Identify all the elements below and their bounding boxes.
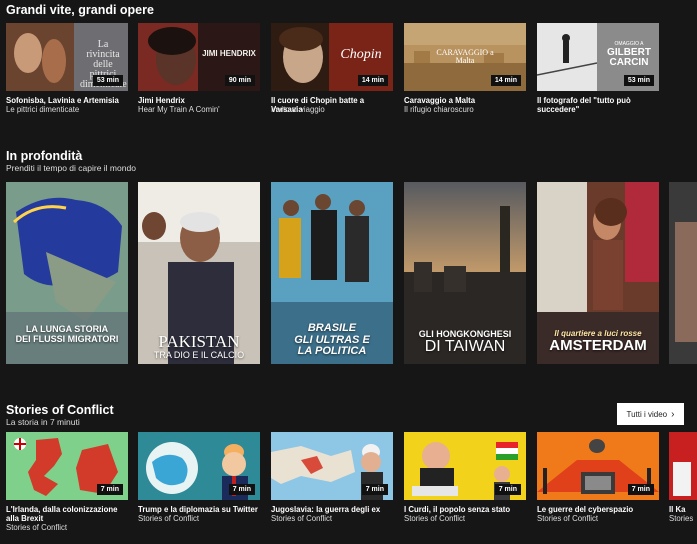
duration-badge: 53 min [92,75,123,86]
video-title: Jugoslavia: la guerra degli ex [271,505,381,514]
poster-title-line: DEI FLUSSI MIGRATORI [15,333,119,344]
video-subtitle: Stories of Conflict [271,514,333,523]
section-title-biographies: Grandi vite, grandi opere [6,3,154,17]
video-thumbnail: Chopin 14 min [271,23,393,91]
video-subtitle: Stories of Conflict [6,523,68,532]
section-title-conflict: Stories of Conflict [6,403,114,417]
poster-title-line: DI TAIWAN [424,338,506,356]
section-title-deep: In profondità [6,149,83,163]
poster-title: BRASILE GLI ULTRAS E LA POLITICA [271,323,393,358]
duration-badge: 14 min [490,75,521,86]
duration-badge: 53 min [623,75,654,86]
video-thumbnail: JIMI HENDRIX 90 min [138,23,260,91]
video-thumbnail: 7 min [404,432,526,500]
poster-card[interactable]: BRASILE GLI ULTRAS E LA POLITICA [271,182,393,364]
poster-title-line: AMSTERDAM [549,337,647,355]
video-thumbnail: 7 min [138,432,260,500]
video-thumbnail: La rivincita delle pittrici dimenticate … [6,23,128,91]
video-thumbnail [669,432,697,500]
video-card[interactable]: CARAVAGGIO a Malta 14 min Caravaggio a M… [404,23,526,119]
video-subtitle: Stories [669,514,694,523]
video-subtitle: Hear My Train A Comin' [138,105,220,114]
video-card[interactable]: Il Ka Stories [669,432,697,538]
video-subtitle: Invito al viaggio [271,105,325,114]
video-card[interactable]: 7 min L'Irlanda, dalla colonizzazione al… [6,432,128,538]
thumbnail-art-text: CARAVAGGIO a Malta [436,48,494,65]
poster-card[interactable] [669,182,697,364]
poster-title: GLI HONGKONGHESI DI TAIWAN [404,329,526,356]
all-videos-label: Tutti i video [626,409,668,419]
video-title: Le guerre del cyberspazio [537,505,634,514]
video-subtitle: Stories of Conflict [138,514,200,523]
chevron-right-icon: › [671,408,675,420]
poster-card[interactable]: LA LUNGA STORIA DEI FLUSSI MIGRATORI [6,182,128,364]
poster-title: PAKISTAN TRA DIO E IL CALCIO [138,331,260,360]
video-card[interactable]: JIMI HENDRIX 90 min Jimi Hendrix Hear My… [138,23,260,119]
video-subtitle: Stories of Conflict [537,514,599,523]
video-title: Trump e la diplomazia su Twitter [138,505,258,514]
video-title: Il fotografo del "tutto può succedere" [537,96,631,114]
video-card[interactable]: La rivincita delle pittrici dimenticate … [6,23,128,119]
poster-title-line: PAKISTAN [158,331,240,351]
video-thumbnail: 7 min [6,432,128,500]
video-title: I Curdi, il popolo senza stato [404,505,511,514]
section-subtitle-conflict: La storia in 7 minuti [6,417,80,427]
poster-card[interactable]: GLI HONGKONGHESI DI TAIWAN [404,182,526,364]
duration-badge: 7 min [96,484,123,495]
video-thumbnail: OMAGGIO A GILBERT CARCIN 53 min [537,23,659,91]
all-videos-button[interactable]: Tutti i video › [617,403,684,425]
poster-title-line: LA POLITICA [297,345,367,358]
thumbnail-art-text: GILBERT CARCIN [607,47,651,68]
video-title: Il Ka [669,505,686,514]
duration-badge: 7 min [494,484,521,495]
poster-title: LA LUNGA STORIA DEI FLUSSI MIGRATORI [6,324,128,344]
video-title: Caravaggio a Malta [404,96,476,105]
video-card[interactable]: OMAGGIO A GILBERT CARCIN 53 min Il fotog… [537,23,659,119]
poster-card[interactable]: PAKISTAN TRA DIO E IL CALCIO [138,182,260,364]
duration-badge: 7 min [361,484,388,495]
video-subtitle: Il rifugio chiaroscuro [404,105,474,114]
section-subtitle-deep: Prenditi il tempo di capire il mondo [6,163,136,173]
duration-badge: 14 min [357,75,388,86]
duration-badge: 7 min [627,484,654,495]
video-card[interactable]: 7 min Jugoslavia: la guerra degli ex Sto… [271,432,393,538]
video-title: L'Irlanda, dalla colonizzazione alla Bre… [6,505,118,523]
poster-title-line: TRA DIO E IL CALCIO [153,349,245,360]
video-thumbnail: 7 min [271,432,393,500]
video-thumbnail: CARAVAGGIO a Malta 14 min [404,23,526,91]
video-thumbnail: 7 min [537,432,659,500]
video-card[interactable]: 7 min I Curdi, il popolo senza stato Sto… [404,432,526,538]
duration-badge: 7 min [228,484,255,495]
thumbnail-art-text: JIMI HENDRIX [202,49,256,58]
video-card[interactable]: 7 min Trump e la diplomazia su Twitter S… [138,432,260,538]
video-title: Sofonisba, Lavinia e Artemisia [6,96,119,105]
video-card[interactable]: Chopin 14 min Il cuore di Chopin batte a… [271,23,393,119]
duration-badge: 90 min [224,75,255,86]
video-card[interactable]: 7 min Le guerre del cyberspazio Stories … [537,432,659,538]
thumbnail-art-text: Chopin [340,47,382,62]
video-title: Jimi Hendrix [138,96,185,105]
poster-title: Il quartiere a luci rosse AMSTERDAM [537,329,659,355]
poster-card[interactable]: Il quartiere a luci rosse AMSTERDAM [537,182,659,364]
video-subtitle: Le pittrici dimenticate [6,105,80,114]
video-subtitle: Stories of Conflict [404,514,466,523]
